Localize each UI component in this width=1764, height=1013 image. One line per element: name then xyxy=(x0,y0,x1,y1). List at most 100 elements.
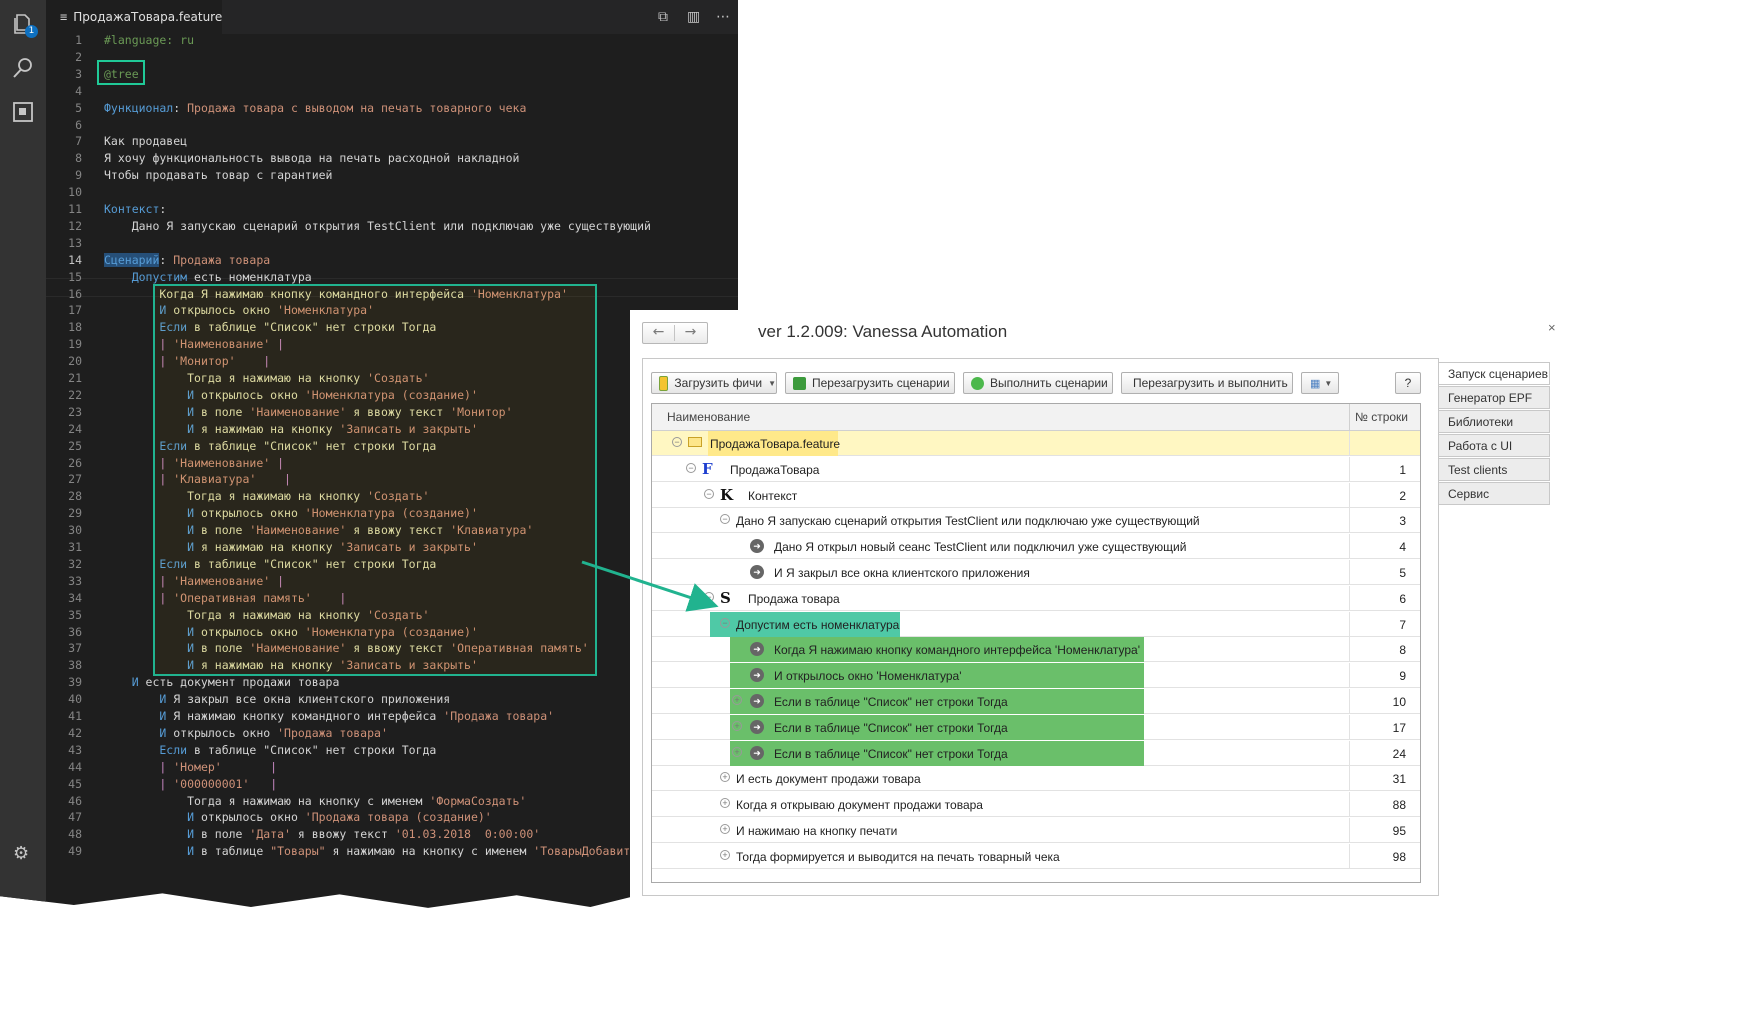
collapse-icon[interactable]: − xyxy=(704,488,714,499)
row-text: Если в таблице "Список" нет строки Тогда xyxy=(774,720,1008,735)
forward-button[interactable]: → xyxy=(675,323,706,343)
line-text: Если в таблице "Список" нет строки Тогда xyxy=(104,742,436,759)
split-editor-icon[interactable]: ▥ xyxy=(687,9,700,25)
tree-row[interactable]: ➜ И открылось окно 'Номенклатура' 9 xyxy=(652,663,1420,689)
code-token: 'Дата' xyxy=(249,827,291,842)
more-actions-icon[interactable]: ⋯ xyxy=(716,9,730,25)
sidebar-item-run-scenarios[interactable]: Запуск сценариев xyxy=(1438,362,1550,385)
load-features-button[interactable]: Загрузить фичи ▼ xyxy=(651,372,777,394)
sidebar-item-libraries[interactable]: Библиотеки xyxy=(1438,410,1550,433)
tree-row[interactable]: − K Контекст 2 xyxy=(652,482,1420,508)
node-type-icon: S xyxy=(720,588,731,607)
line-number: 32 xyxy=(68,556,82,571)
tree-row[interactable]: + ➜ Если в таблице "Список" нет строки Тог… xyxy=(652,740,1420,766)
tree-row[interactable]: − F ПродажаТовара 1 xyxy=(652,456,1420,482)
columns-menu-button[interactable]: ▦ ▼ xyxy=(1301,372,1339,394)
expand-icon[interactable]: + xyxy=(732,746,742,757)
collapse-icon[interactable]: − xyxy=(672,437,682,447)
row-text: И есть документ продажи товара xyxy=(736,772,921,787)
code-token: "Товары" xyxy=(270,844,326,859)
settings-gear-icon[interactable]: ⚙ xyxy=(13,843,29,864)
tree-row[interactable]: − S Продажа товара 6 xyxy=(652,585,1420,611)
line-number: 28 xyxy=(68,489,82,504)
code-token: Сценарий xyxy=(104,252,160,267)
extensions-icon[interactable] xyxy=(11,100,35,124)
tree-row[interactable]: + Тогда формируется и выводится на печать… xyxy=(652,843,1420,869)
search-icon[interactable] xyxy=(11,56,35,80)
run-icon xyxy=(971,376,984,390)
code-token: 'ФормаСоздать' xyxy=(429,793,527,808)
column-header-line-no[interactable]: № строки xyxy=(1355,410,1408,424)
code-token: 'ТоварыДобавить' xyxy=(533,844,645,859)
code-token: И xyxy=(104,709,167,723)
expand-icon[interactable]: + xyxy=(732,720,742,731)
tree-row[interactable]: + ➜ Если в таблице "Список" нет строки Тог… xyxy=(652,714,1420,740)
line-text: И в поле 'Дата' я ввожу текст '01.03.201… xyxy=(104,826,540,843)
row-text: ПродажаТовара.feature xyxy=(710,437,841,451)
file-lines-icon: ≡ xyxy=(60,10,68,24)
line-number: 45 xyxy=(68,776,82,791)
tree-row[interactable]: + Когда я открываю документ продажи товар… xyxy=(652,792,1420,818)
line-number: 5 xyxy=(75,100,82,115)
column-header-name[interactable]: Наименование xyxy=(667,410,750,424)
expand-icon[interactable]: + xyxy=(720,772,730,783)
tree-row[interactable]: + И есть документ продажи товара 31 xyxy=(652,766,1420,792)
code-token: в поле xyxy=(194,827,250,842)
tree-row[interactable]: − Дано Я запускаю сценарий открытия TestC… xyxy=(652,508,1420,534)
back-button[interactable]: ← xyxy=(643,323,674,343)
tree-row[interactable]: + ➜ Если в таблице "Список" нет строки Тог… xyxy=(652,689,1420,714)
line-number: 6 xyxy=(75,117,82,132)
line-text: Я хочу функциональность вывода на печать… xyxy=(104,150,519,167)
sidebar-item-test-clients[interactable]: Test clients xyxy=(1438,458,1550,481)
collapse-icon[interactable]: − xyxy=(704,591,714,602)
code-token: И xyxy=(104,844,195,859)
code-token: И xyxy=(104,810,195,825)
row-text: Если в таблице "Список" нет строки Тогда xyxy=(774,746,1008,761)
tree-row[interactable]: ➜ Когда Я нажимаю кнопку командного интер… xyxy=(652,637,1420,663)
expand-icon[interactable]: + xyxy=(732,695,742,705)
close-button[interactable]: × xyxy=(1548,320,1556,335)
open-preview-icon[interactable]: ⧉ xyxy=(658,9,668,25)
tree-row[interactable]: + И нажимаю на кнопку печати 95 xyxy=(652,818,1420,843)
table-icon: ▦ xyxy=(1310,377,1321,390)
steps-highlight-box xyxy=(153,284,597,676)
collapse-icon[interactable]: − xyxy=(720,514,730,525)
line-number: 14 xyxy=(68,252,82,267)
code-token: в таблице "Список" нет строки Тогда xyxy=(187,742,437,757)
folder-icon xyxy=(688,437,702,447)
collapse-icon[interactable]: − xyxy=(720,617,730,628)
load-features-icon xyxy=(659,375,669,391)
tree-row[interactable]: ➜ И Я закрыл все окна клиентского приложе… xyxy=(652,560,1420,585)
line-number: 49 xyxy=(68,844,82,859)
row-line-number: 9 xyxy=(1399,669,1406,684)
reload-scenarios-button[interactable]: Перезагрузить сценарии xyxy=(785,372,955,394)
line-text: И есть документ продажи товара xyxy=(104,674,340,691)
run-scenarios-button[interactable]: Выполнить сценарии xyxy=(963,372,1113,394)
editor-tab-bar: ≡ ПродажаТовара.feature ⧉ ▥ ⋯ xyxy=(46,0,738,34)
activity-bar: 1 ⚙ xyxy=(0,0,46,908)
line-number: 9 xyxy=(75,168,82,183)
collapse-icon[interactable]: − xyxy=(686,462,696,473)
expand-icon[interactable]: + xyxy=(720,849,730,860)
row-line-number: 5 xyxy=(1399,566,1406,580)
table-header: Наименование № строки xyxy=(652,404,1420,431)
tree-row[interactable]: ➜ Дано Я открыл новый сеанс TestClient ил… xyxy=(652,534,1420,560)
line-number: 26 xyxy=(68,455,82,470)
sidebar-item-service[interactable]: Сервис xyxy=(1438,482,1550,505)
expand-icon[interactable]: + xyxy=(720,798,730,809)
code-token: | xyxy=(104,776,174,791)
line-text: Тогда я нажимаю на кнопку с именем 'Форм… xyxy=(104,793,526,810)
code-token: '000000001' xyxy=(173,776,250,791)
help-button[interactable]: ? xyxy=(1395,372,1421,394)
editor-tab[interactable]: ≡ ПродажаТовара.feature xyxy=(46,0,222,34)
row-text: Допустим есть номенклатура xyxy=(736,617,900,632)
main-panel: Загрузить фичи ▼ Перезагрузить сценарии … xyxy=(642,358,1439,896)
row-line-number: 17 xyxy=(1392,720,1406,735)
reload-and-run-button[interactable]: Перезагрузить и выполнить xyxy=(1121,372,1293,394)
sidebar-item-epf-generator[interactable]: Генератор EPF xyxy=(1438,386,1550,409)
row-text: И Я закрыл все окна клиентского приложен… xyxy=(774,566,1030,580)
tree-row[interactable]: − ПродажаТовара.feature xyxy=(652,431,1420,456)
tree-row[interactable]: − Допустим есть номенклатура 7 xyxy=(652,611,1420,637)
expand-icon[interactable]: + xyxy=(720,824,730,834)
sidebar-item-ui-work[interactable]: Работа с UI xyxy=(1438,434,1550,457)
